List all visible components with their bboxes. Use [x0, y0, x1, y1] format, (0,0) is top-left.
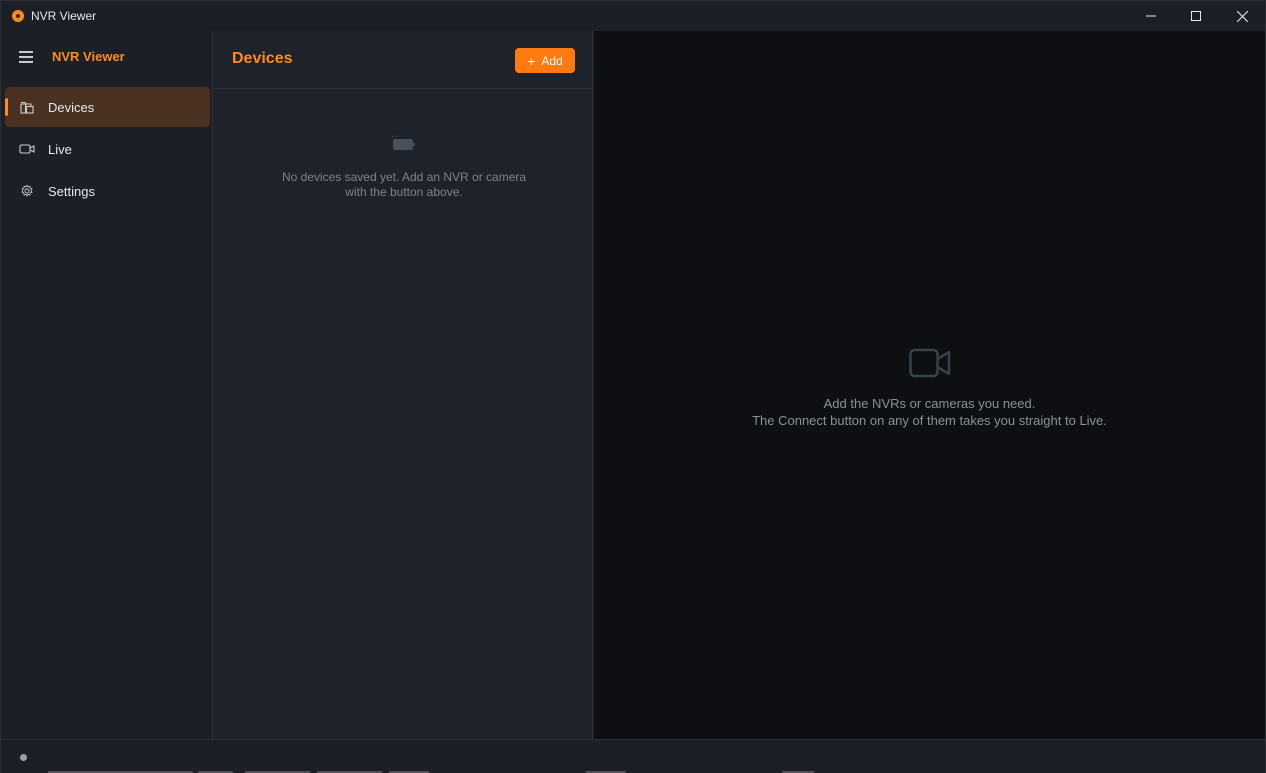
nav-item-label: Live — [48, 142, 72, 157]
nav-item-live[interactable]: Live — [5, 129, 210, 169]
app-window: NVR Viewer NVR Viewer Devices Live Setti… — [0, 0, 1266, 773]
maximize-button[interactable] — [1173, 1, 1219, 31]
close-button[interactable] — [1219, 1, 1265, 31]
hamburger-menu-icon[interactable] — [19, 51, 33, 63]
video-camera-icon — [19, 144, 35, 154]
empty-message-line: with the button above. — [345, 185, 463, 199]
nav-item-label: Settings — [48, 184, 95, 199]
status-indicator-icon — [20, 754, 27, 761]
empty-message-line: No devices saved yet. Add an NVR or came… — [281, 170, 527, 184]
add-button-label: Add — [541, 53, 563, 68]
devices-icon — [20, 101, 34, 114]
nav-item-settings[interactable]: Settings — [5, 171, 210, 211]
app-logo-icon — [12, 10, 24, 22]
maximize-icon — [1191, 11, 1201, 21]
empty-devices-message: No devices saved yet. Add an NVR or came… — [254, 170, 554, 200]
nav-item-label: Devices — [48, 100, 95, 115]
nav-item-devices[interactable]: Devices — [5, 87, 210, 127]
status-bar — [1, 739, 1265, 773]
live-message-line: Add the NVRs or cameras you need. — [823, 396, 1036, 411]
devices-title: Devices — [232, 50, 293, 67]
close-icon — [1236, 10, 1248, 22]
minimize-button[interactable] — [1128, 1, 1174, 31]
empty-devices-icon — [391, 135, 415, 150]
navigation-pane: NVR Viewer Devices Live Settings — [1, 31, 213, 739]
add-device-button[interactable]: + Add — [515, 48, 575, 73]
gear-icon — [21, 184, 33, 197]
active-indicator — [5, 98, 8, 116]
title-bar[interactable]: NVR Viewer — [1, 1, 1265, 31]
window-title: NVR Viewer — [31, 9, 97, 23]
live-placeholder-message: Add the NVRs or cameras you need. The Co… — [594, 395, 1265, 429]
live-message-line: The Connect button on any of them takes … — [752, 413, 1107, 428]
minimize-icon — [1146, 15, 1156, 17]
devices-header: Devices + Add — [214, 31, 593, 89]
video-camera-icon — [909, 348, 951, 378]
plus-icon: + — [527, 52, 536, 69]
live-view-area: Add the NVRs or cameras you need. The Co… — [594, 31, 1265, 739]
devices-pane: Devices + Add No devices saved yet. Add … — [214, 31, 593, 739]
nav-app-title: NVR Viewer — [52, 49, 125, 64]
